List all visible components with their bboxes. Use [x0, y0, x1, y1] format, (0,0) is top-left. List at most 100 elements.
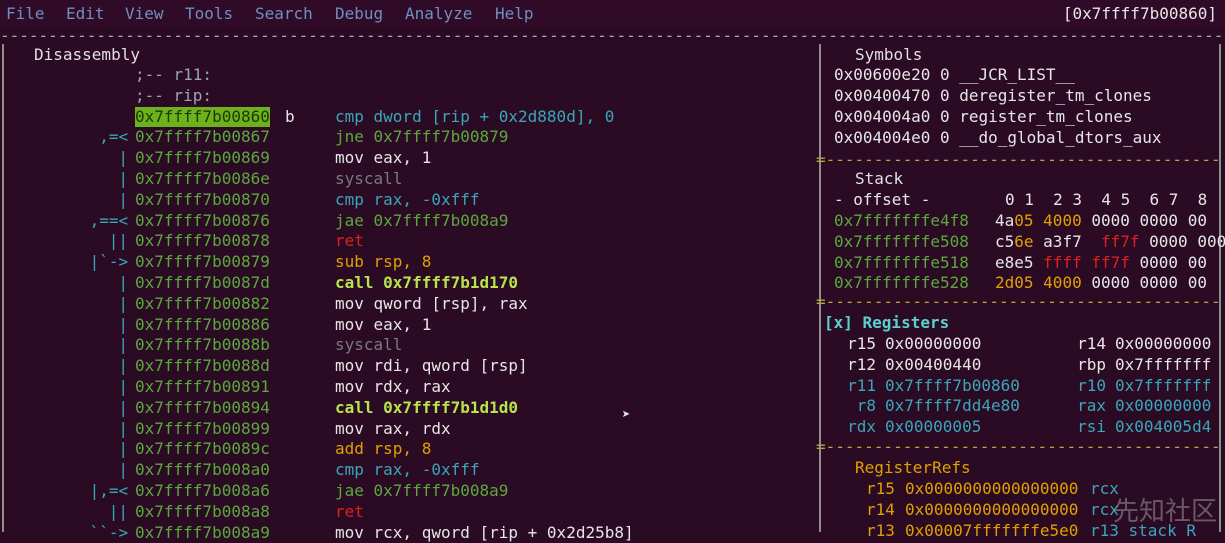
register-value[interactable]: 0x00000000 [1115, 396, 1211, 416]
regref-name[interactable]: r13 [866, 521, 895, 541]
disasm-instruction[interactable]: mov rdi, qword [rsp] [335, 356, 528, 376]
disasm-address[interactable]: 0x7ffff7b0086e [135, 169, 270, 189]
menu-help[interactable]: Help [495, 4, 534, 23]
menu-analyze[interactable]: Analyze [405, 4, 472, 23]
register-name[interactable]: rax [1070, 396, 1106, 416]
register-value[interactable]: 0x004005d4 [1115, 417, 1211, 437]
menu-file[interactable]: File [6, 4, 45, 23]
stack-byte: 0000 [1091, 211, 1130, 230]
stack-byte: ff7f [1091, 252, 1130, 272]
register-name[interactable]: rbp [1070, 355, 1106, 375]
disasm-instruction[interactable]: jae 0x7ffff7b008a9 [335, 481, 508, 501]
disasm-instruction[interactable]: mov rcx, qword [rip + 0x2d25b8] [335, 523, 634, 543]
register-value[interactable]: 0x00000005 [885, 417, 981, 437]
register-name[interactable]: r15 [840, 334, 876, 354]
register-name[interactable]: r10 [1070, 376, 1106, 396]
menu-search[interactable]: Search [255, 4, 313, 23]
menu-tools[interactable]: Tools [185, 4, 233, 23]
disasm-address[interactable]: 0x7ffff7b008a9 [135, 523, 270, 543]
register-value[interactable]: 0x00000000 [1115, 334, 1211, 354]
regref-value[interactable]: 0x00007fffffffe5e0 [905, 521, 1078, 541]
flow-arrow: | [118, 335, 129, 355]
register-name[interactable]: r12 [840, 355, 876, 375]
disasm-instruction[interactable]: sub rsp, 8 [335, 252, 431, 272]
stack-byte: ffff [1043, 252, 1082, 272]
register-value[interactable]: 0x00400440 [885, 355, 981, 375]
register-value[interactable]: 0x00000000 [885, 334, 981, 354]
regref-value[interactable]: 0x0000000000000000 [905, 500, 1078, 520]
disasm-address[interactable]: 0x7ffff7b00860 [135, 106, 270, 127]
disasm-instruction[interactable]: mov rdx, rax [335, 377, 451, 397]
disasm-address[interactable]: 0x7ffff7b00882 [135, 294, 270, 314]
stack-address[interactable]: 0x7fffffffe518 [834, 253, 969, 273]
disasm-instruction[interactable]: syscall [335, 169, 402, 189]
symbol-row[interactable]: 0x004004e0 0 __do_global_dtors_aux [834, 128, 1162, 148]
regref-name[interactable]: r14 [866, 500, 895, 520]
symbol-row[interactable]: 0x00400470 0 deregister_tm_clones [834, 86, 1152, 106]
flow-arrow: | [118, 418, 129, 438]
register-value[interactable]: 0x7ffff7b00860 [885, 376, 1020, 396]
disasm-instruction[interactable]: ret [335, 502, 364, 522]
stack-byte: 2d05 [995, 273, 1034, 293]
disasm-address[interactable]: 0x7ffff7b00899 [135, 419, 270, 439]
disasm-address[interactable]: 0x7ffff7b00878 [135, 231, 270, 251]
disasm-address[interactable]: 0x7ffff7b00891 [135, 377, 270, 397]
disasm-instruction[interactable]: mov qword [rsp], rax [335, 294, 528, 314]
disasm-address[interactable]: 0x7ffff7b00879 [135, 252, 270, 272]
disasm-address[interactable]: 0x7ffff7b00867 [135, 127, 270, 147]
symbols-sep: =---------------------------------------… [816, 150, 1221, 169]
disasm-address[interactable]: 0x7ffff7b0089c [135, 439, 270, 459]
mouse-cursor-icon: ➤ [622, 407, 631, 423]
regrefs-title: RegisterRefs [855, 458, 971, 477]
stack-address[interactable]: 0x7fffffffe528 [834, 273, 969, 293]
menu-view[interactable]: View [125, 4, 164, 23]
disasm-instruction[interactable]: call 0x7ffff7b1d1d0 [335, 398, 518, 418]
disasm-instruction[interactable]: jne 0x7ffff7b00879 [335, 127, 508, 147]
register-name[interactable]: rdx [840, 417, 876, 437]
registers-title[interactable]: [x] Registers [824, 313, 949, 333]
disasm-instruction[interactable]: cmp dword [rip + 0x2d880d], 0 [335, 107, 614, 127]
current-address: [0x7ffff7b00860] [1062, 4, 1217, 23]
menu-edit[interactable]: Edit [66, 4, 105, 23]
register-name[interactable]: r8 [840, 396, 876, 416]
watermark: 先知社区 [1112, 497, 1217, 527]
disasm-address[interactable]: 0x7ffff7b0088d [135, 356, 270, 376]
register-name[interactable]: r11 [840, 376, 876, 396]
disasm-address[interactable]: 0x7ffff7b00876 [135, 211, 270, 231]
disasm-instruction[interactable]: mov eax, 1 [335, 315, 431, 335]
disasm-instruction[interactable]: call 0x7ffff7b1d170 [335, 273, 518, 293]
disasm-instruction[interactable]: mov rax, rdx [335, 419, 451, 439]
disasm-instruction[interactable]: cmp rax, -0xfff [335, 460, 480, 480]
stack-address[interactable]: 0x7fffffffe4f8 [834, 211, 969, 231]
flow-arrow: | [118, 293, 129, 313]
disasm-instruction[interactable]: mov eax, 1 [335, 148, 431, 168]
symbol-row[interactable]: 0x00600e20 0 __JCR_LIST__ [834, 65, 1075, 85]
disasm-address[interactable]: 0x7ffff7b008a6 [135, 481, 270, 501]
disasm-address[interactable]: 0x7ffff7b008a0 [135, 460, 270, 480]
disasm-comment: ;-- rip: [135, 85, 213, 105]
menu-debug[interactable]: Debug [335, 4, 383, 23]
stack-address[interactable]: 0x7fffffffe508 [834, 232, 969, 252]
disasm-instruction[interactable]: syscall [335, 335, 402, 355]
register-value[interactable]: 0x7ffff7dd4e80 [885, 396, 1020, 416]
disasm-address[interactable]: 0x7ffff7b00894 [135, 398, 270, 418]
register-value[interactable]: 0x7fffffff [1115, 355, 1211, 375]
disasm-instruction[interactable]: ret [335, 231, 364, 251]
disasm-address[interactable]: 0x7ffff7b00886 [135, 315, 270, 335]
regref-name[interactable]: r15 [866, 479, 895, 499]
symbol-row[interactable]: 0x004004a0 0 register_tm_clones [834, 107, 1133, 127]
register-name[interactable]: rsi [1070, 417, 1106, 437]
register-value[interactable]: 0x7fffffff [1115, 376, 1211, 396]
flow-arrow: | [118, 356, 129, 376]
disasm-address[interactable]: 0x7ffff7b0088b [135, 335, 270, 355]
disasm-instruction[interactable]: jae 0x7ffff7b008a9 [335, 211, 508, 231]
disasm-instruction[interactable]: cmp rax, -0xfff [335, 190, 480, 210]
disasm-address[interactable]: 0x7ffff7b008a8 [135, 502, 270, 522]
disasm-instruction[interactable]: add rsp, 8 [335, 439, 431, 459]
disasm-address[interactable]: 0x7ffff7b00869 [135, 148, 270, 168]
stack-byte: 0000 [1139, 273, 1179, 293]
disasm-address[interactable]: 0x7ffff7b00870 [135, 190, 270, 210]
regref-value[interactable]: 0x0000000000000000 [905, 479, 1078, 499]
register-name[interactable]: r14 [1070, 334, 1106, 354]
disasm-address[interactable]: 0x7ffff7b0087d [135, 273, 270, 293]
